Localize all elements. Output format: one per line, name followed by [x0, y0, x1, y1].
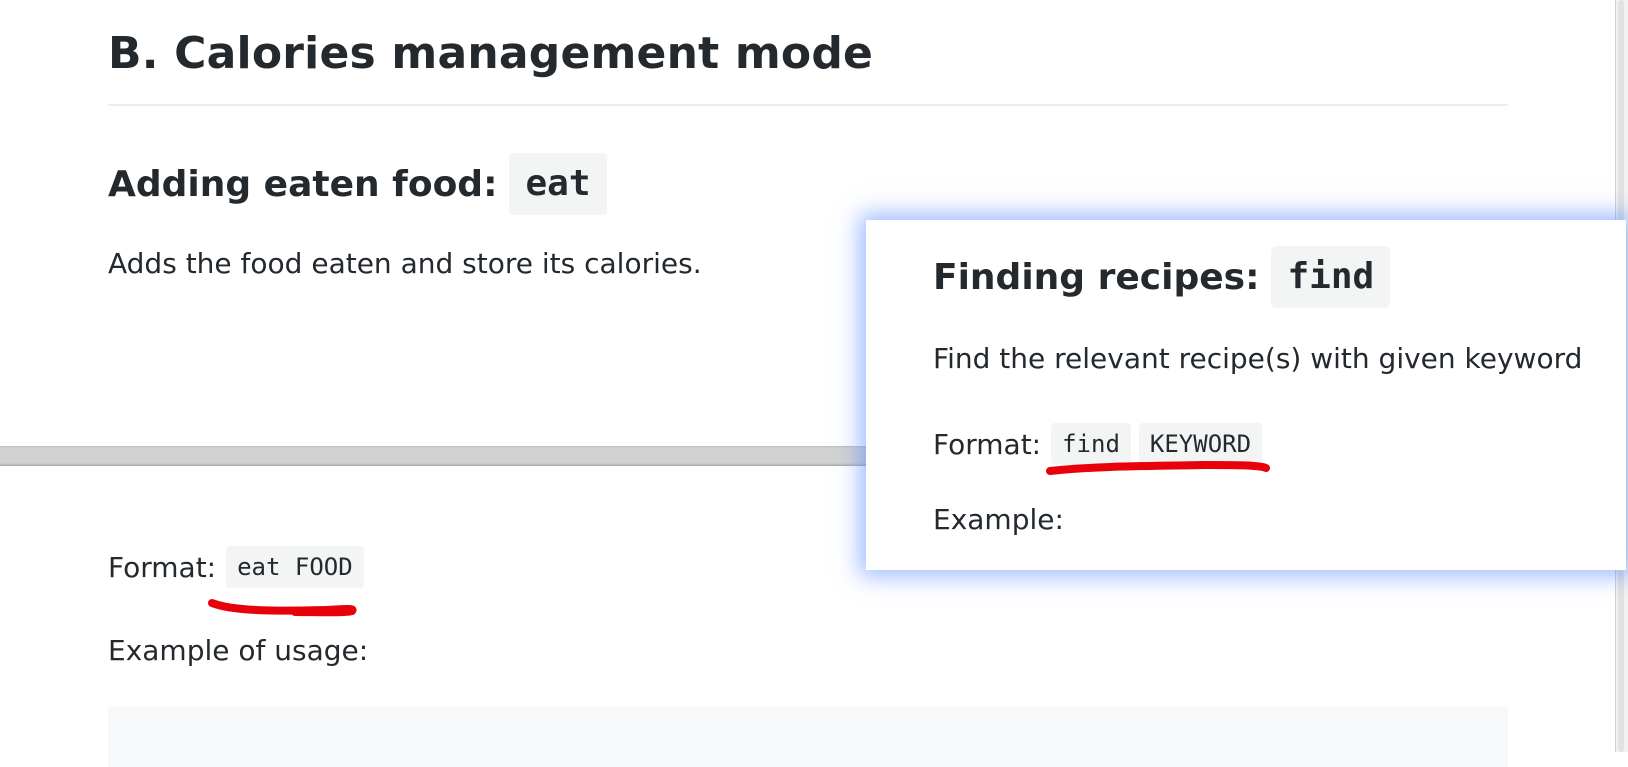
find-format-label: Format: — [933, 427, 1042, 461]
eat-heading-code: eat — [509, 153, 607, 215]
section-heading: B. Calories management mode — [108, 28, 874, 79]
find-format-code-command: find — [1051, 423, 1131, 465]
find-recipes-popup: Finding recipes: find Find the relevant … — [866, 220, 1626, 570]
find-format-underline-annotation — [1046, 461, 1270, 475]
eat-format-underline-annotation — [208, 599, 357, 617]
eat-format-label: Format: — [108, 550, 217, 584]
eat-heading-text: Adding eaten food: — [108, 163, 498, 205]
eat-format-line: Format: eat FOOD — [108, 546, 364, 588]
find-command-heading: Finding recipes: find — [933, 246, 1391, 308]
find-example-label: Example: — [933, 503, 1064, 536]
eat-format-code: eat FOOD — [226, 546, 364, 588]
heading-divider — [108, 104, 1508, 106]
example-code-block — [108, 707, 1508, 767]
find-format-code-keyword: KEYWORD — [1138, 423, 1263, 465]
find-heading-text: Finding recipes: — [933, 256, 1260, 298]
find-heading-code: find — [1271, 246, 1391, 308]
eat-example-label: Example of usage: — [108, 634, 369, 667]
eat-description: Adds the food eaten and store its calori… — [108, 247, 702, 280]
eat-command-heading: Adding eaten food: eat — [108, 153, 607, 215]
find-description: Find the relevant recipe(s) with given k… — [933, 342, 1583, 375]
find-format-line: Format: find KEYWORD — [933, 423, 1263, 465]
